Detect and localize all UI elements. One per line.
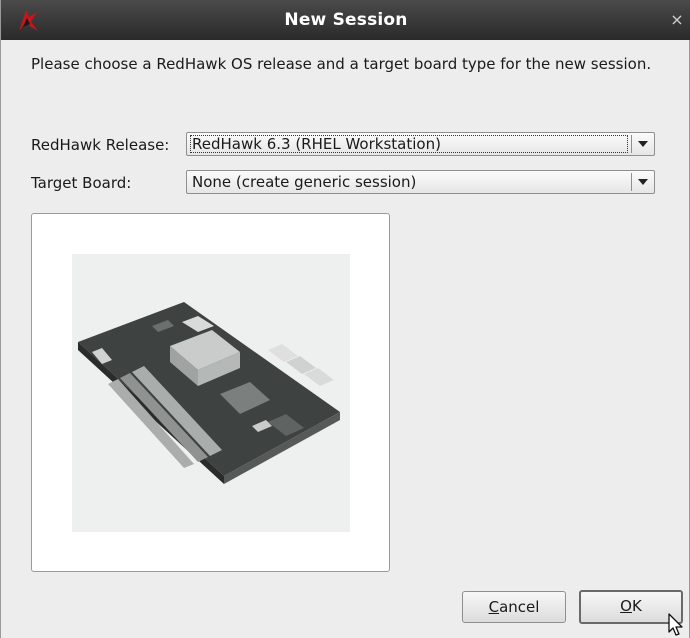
cancel-label: ancel: [499, 598, 540, 616]
dropdown-separator: [631, 173, 632, 191]
window-title: New Session: [284, 10, 408, 30]
cancel-button[interactable]: Cancel: [462, 591, 566, 623]
release-label: RedHawk Release:: [31, 136, 170, 154]
mouse-pointer-icon: [668, 613, 683, 636]
board-dropdown[interactable]: None (create generic session): [186, 170, 655, 194]
motherboard-image: [72, 254, 350, 532]
close-button[interactable]: ×: [669, 12, 685, 28]
board-label: Target Board:: [31, 174, 132, 192]
chevron-down-icon: [638, 141, 648, 147]
title-bar[interactable]: New Session ×: [1, 0, 690, 40]
release-dropdown-value: RedHawk 6.3 (RHEL Workstation): [190, 135, 628, 153]
board-preview-panel: [31, 213, 390, 572]
chevron-down-icon: [638, 179, 648, 185]
board-dropdown-value: None (create generic session): [192, 173, 417, 191]
ok-mnemonic: O: [620, 597, 632, 615]
dropdown-separator: [631, 135, 632, 153]
cancel-mnemonic: C: [488, 598, 500, 616]
ok-label: K: [631, 597, 642, 615]
release-dropdown[interactable]: RedHawk 6.3 (RHEL Workstation): [186, 132, 655, 156]
motherboard-illustration: [78, 302, 340, 484]
new-session-dialog: New Session × Please choose a RedHawk OS…: [0, 0, 690, 638]
instructions-text: Please choose a RedHawk OS release and a…: [31, 55, 652, 73]
